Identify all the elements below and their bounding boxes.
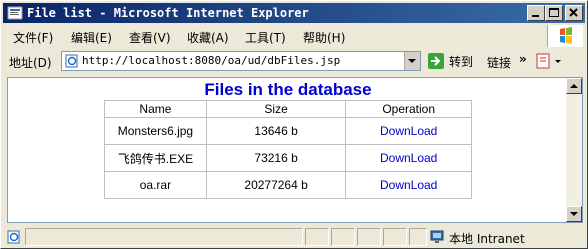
maximize-icon xyxy=(549,8,559,17)
window-title: File list - Microsoft Internet Explorer xyxy=(27,6,309,20)
page-icon xyxy=(65,54,78,68)
title-bar[interactable]: File list - Microsoft Internet Explorer xyxy=(3,3,585,23)
links-button[interactable]: 链接 xyxy=(487,54,511,71)
menu-help[interactable]: 帮助(H) xyxy=(303,29,345,46)
minimize-icon xyxy=(532,15,539,17)
header-name: Name xyxy=(104,100,207,118)
file-size: 73216 b xyxy=(205,144,347,172)
status-cell xyxy=(357,228,381,246)
file-name: Monsters6.jpg xyxy=(104,117,207,145)
address-url: http://localhost:8080/oa/ud/dbFiles.jsp xyxy=(82,54,341,67)
file-name: oa.rar xyxy=(104,171,207,199)
intranet-icon xyxy=(430,230,444,243)
menu-bar: 文件(F) 编辑(E) 查看(V) 收藏(A) 工具(T) 帮助(H) xyxy=(3,25,583,47)
toolbar-extra-button[interactable] xyxy=(535,52,565,70)
status-text-cell xyxy=(25,228,303,246)
status-cell xyxy=(409,228,427,246)
tool-icon xyxy=(536,53,561,69)
security-zone[interactable]: 本地 Intranet xyxy=(429,228,579,246)
go-button[interactable]: 转到 xyxy=(427,52,479,70)
go-arrow-icon xyxy=(428,53,444,69)
menu-file[interactable]: 文件(F) xyxy=(13,29,53,46)
operation-cell: DownLoad xyxy=(345,117,472,145)
menu-view[interactable]: 查看(V) xyxy=(129,29,171,46)
table-row: 飞鸽传书.EXE 73216 b DownLoad xyxy=(104,144,472,172)
scroll-down-button[interactable] xyxy=(566,206,582,222)
close-icon xyxy=(569,8,578,17)
page-viewport: Files in the database Name Size Operatio… xyxy=(7,77,583,223)
links-chevron-icon[interactable]: » xyxy=(519,52,527,66)
address-label: 地址(D) xyxy=(9,56,52,70)
page-title: Files in the database xyxy=(204,80,372,99)
file-name: 飞鸽传书.EXE xyxy=(104,144,207,172)
arrow-up-icon xyxy=(570,84,578,88)
address-bar: 地址(D) http://localhost:8080/oa/ud/dbFile… xyxy=(3,49,583,73)
table-header-row: Name Size Operation xyxy=(104,100,472,118)
close-button[interactable] xyxy=(565,5,583,21)
status-cell xyxy=(331,228,355,246)
header-size: Size xyxy=(205,100,347,118)
browser-window: File list - Microsoft Internet Explorer … xyxy=(0,0,588,249)
menu-tools[interactable]: 工具(T) xyxy=(245,29,286,46)
download-link[interactable]: DownLoad xyxy=(380,124,437,138)
go-label: 转到 xyxy=(449,55,474,69)
status-cell xyxy=(383,228,407,246)
operation-cell: DownLoad xyxy=(345,144,472,172)
chevron-down-icon xyxy=(408,59,416,63)
scroll-up-button[interactable] xyxy=(566,78,582,94)
files-table: Name Size Operation Monsters6.jpg 13646 … xyxy=(104,100,472,199)
status-bar: 本地 Intranet xyxy=(3,227,583,247)
header-operation: Operation xyxy=(345,100,472,118)
file-size: 20277264 b xyxy=(205,171,347,199)
maximize-button[interactable] xyxy=(545,5,563,21)
minimize-button[interactable] xyxy=(527,5,545,21)
menu-edit[interactable]: 编辑(E) xyxy=(71,29,112,46)
download-link[interactable]: DownLoad xyxy=(380,151,437,165)
address-input[interactable]: http://localhost:8080/oa/ud/dbFiles.jsp xyxy=(61,51,421,71)
vertical-scrollbar[interactable] xyxy=(566,78,582,222)
arrow-down-icon xyxy=(570,212,578,216)
page-status-icon xyxy=(7,230,20,244)
zone-label: 本地 Intranet xyxy=(449,232,525,246)
windows-logo xyxy=(547,25,583,47)
windows-flag-icon xyxy=(560,27,572,44)
menu-favorites[interactable]: 收藏(A) xyxy=(187,29,229,46)
ie-icon xyxy=(7,6,23,20)
download-link[interactable]: DownLoad xyxy=(380,178,437,192)
table-row: Monsters6.jpg 13646 b DownLoad xyxy=(104,117,472,145)
operation-cell: DownLoad xyxy=(345,171,472,199)
table-row: oa.rar 20277264 b DownLoad xyxy=(104,171,472,199)
status-cell xyxy=(305,228,329,246)
address-dropdown-button[interactable] xyxy=(404,52,420,70)
file-size: 13646 b xyxy=(205,117,347,145)
